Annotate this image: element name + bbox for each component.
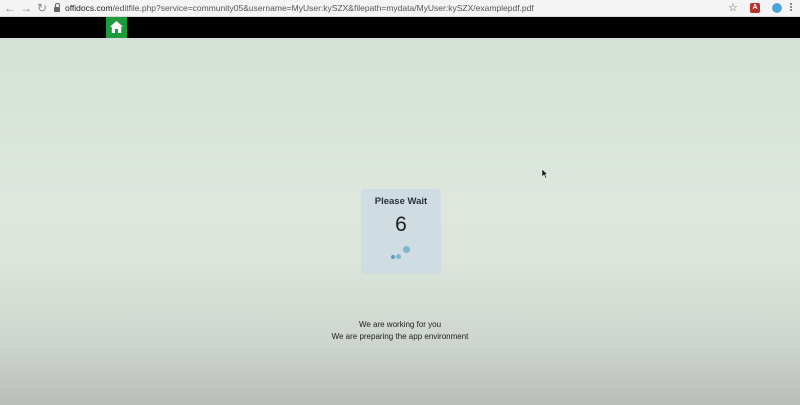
home-button[interactable] (106, 17, 127, 38)
spinner-dot (396, 254, 401, 259)
browser-toolbar: ← → ↻ offidocs.com/editfile.php?service=… (0, 0, 800, 17)
main-area: Please Wait 6 We are working for you We … (0, 38, 800, 405)
profile-avatar[interactable] (771, 2, 783, 14)
home-icon (110, 21, 123, 33)
url-host: offidocs.com (65, 3, 113, 13)
address-bar[interactable]: offidocs.com/editfile.php?service=commun… (54, 1, 774, 15)
lock-icon (54, 3, 60, 12)
browser-menu-icon[interactable] (789, 2, 793, 14)
spinner-dot (391, 255, 395, 259)
app-top-bar (0, 17, 800, 38)
mouse-cursor-icon (542, 169, 549, 179)
countdown-number: 6 (395, 213, 407, 236)
please-wait-dialog: Please Wait 6 (361, 189, 441, 274)
back-arrow-icon[interactable]: ← (3, 1, 17, 15)
extension-icon[interactable]: A (750, 3, 760, 13)
wait-title: Please Wait (374, 196, 428, 207)
bookmark-star-icon[interactable]: ☆ (728, 0, 738, 16)
forward-arrow-icon[interactable]: → (19, 1, 33, 15)
url-path: /editfile.php?service=community05&userna… (112, 3, 534, 13)
spinner-dot (403, 246, 410, 253)
status-message-preparing: We are preparing the app environment (331, 332, 469, 341)
reload-icon[interactable]: ↻ (35, 1, 49, 15)
status-message-working: We are working for you (358, 320, 442, 329)
